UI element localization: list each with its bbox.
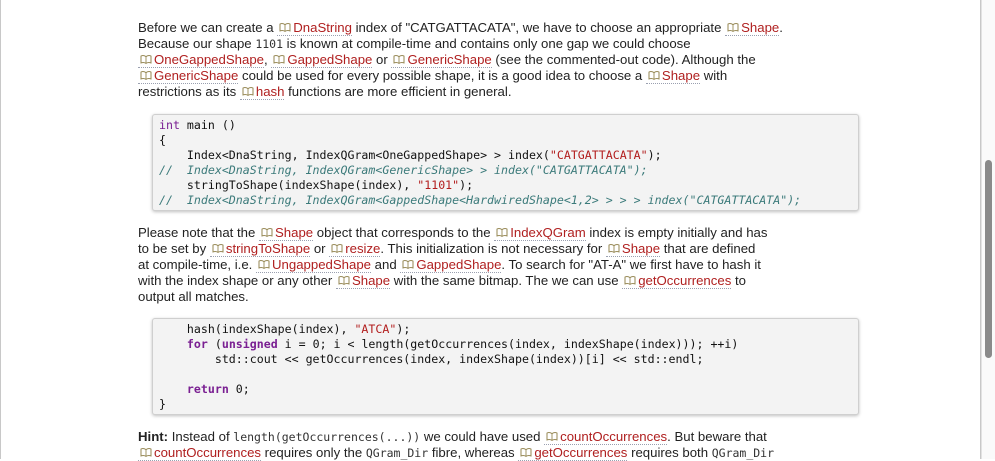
- book-icon: [338, 276, 350, 285]
- text: index is empty initially and has: [585, 225, 768, 240]
- text: could be used for every possible shape, …: [238, 68, 646, 83]
- link-genericshape[interactable]: GenericShape: [138, 68, 239, 84]
- book-icon: [242, 87, 254, 96]
- scrollbar-thumb[interactable]: [985, 160, 992, 358]
- link-shape[interactable]: Shape: [258, 225, 314, 241]
- link-ungappedshape[interactable]: UngappedShape: [256, 257, 371, 273]
- link-gappedshape[interactable]: GappedShape: [271, 52, 373, 68]
- book-icon: [496, 228, 508, 237]
- link-gappedshape[interactable]: GappedShape: [400, 257, 502, 273]
- inline-code: 1101: [255, 37, 284, 51]
- text: at compile-time, i.e.: [138, 257, 256, 272]
- link-stringtoshape[interactable]: stringToShape: [209, 241, 311, 257]
- text: .: [779, 20, 783, 35]
- book-icon: [727, 23, 739, 32]
- link-shape[interactable]: Shape: [725, 20, 780, 36]
- hint-paragraph: Hint: Instead of length(getOccurrences(.…: [138, 429, 775, 461]
- book-icon: [140, 448, 152, 457]
- text: to be set by: [138, 241, 210, 256]
- book-icon: [212, 244, 224, 253]
- text: functions are more efficient in general.: [284, 84, 512, 99]
- text: index of "CATGATTACATA", we have to choo…: [351, 20, 726, 35]
- link-indexqgram[interactable]: IndexQGram: [494, 225, 586, 241]
- book-icon: [520, 448, 532, 457]
- inline-code: QGram_Dir: [711, 446, 775, 460]
- link-shape[interactable]: Shape: [645, 68, 701, 84]
- book-icon: [648, 71, 660, 80]
- text: and: [371, 257, 401, 272]
- paragraph-shape-choice: Before we can create a DnaString index o…: [138, 20, 878, 100]
- text: that are defined: [660, 241, 756, 256]
- text: or: [310, 241, 330, 256]
- link-getoccurrences[interactable]: getOccurrences: [622, 273, 732, 289]
- text: or: [372, 52, 392, 67]
- text: . This initialization is not necessary f…: [380, 241, 606, 256]
- paragraph-shape-init: Please note that the Shape object that c…: [138, 225, 878, 305]
- text: Because our shape: [138, 36, 256, 51]
- book-icon: [402, 260, 414, 269]
- documentation-page: Before we can create a DnaString index o…: [0, 0, 981, 461]
- inline-code: QGram_Dir: [365, 446, 429, 460]
- book-icon: [608, 244, 620, 253]
- text: restrictions as its: [138, 84, 240, 99]
- text: output all matches.: [138, 289, 249, 304]
- text: object that corresponds to the: [313, 225, 495, 240]
- book-icon: [624, 276, 636, 285]
- vertical-scrollbar[interactable]: [981, 0, 995, 459]
- book-icon: [393, 55, 405, 64]
- text: with the index shape or any other: [138, 273, 336, 288]
- link-resize[interactable]: resize: [329, 241, 381, 257]
- code-block-search: hash(indexShape(index), "ATCA"); for (un…: [152, 318, 859, 415]
- link-genericshape[interactable]: GenericShape: [391, 52, 492, 68]
- link-countoccurrences[interactable]: countOccurrences: [544, 429, 668, 445]
- book-icon: [140, 71, 152, 80]
- code-block-index-creation: int main () { Index<DnaString, IndexQGra…: [152, 114, 859, 211]
- link-onegappedshape[interactable]: OneGappedShape: [138, 52, 264, 68]
- book-icon: [258, 260, 270, 269]
- text: with: [700, 68, 728, 83]
- link-hash[interactable]: hash: [239, 84, 285, 100]
- book-icon: [279, 23, 291, 32]
- book-icon: [331, 244, 343, 253]
- text: with the same bitmap. The we can use: [390, 273, 623, 288]
- text: Before we can create a: [138, 20, 278, 35]
- link-shape[interactable]: Shape: [605, 241, 661, 257]
- book-icon: [546, 432, 558, 441]
- text: . To search for "AT-A" we first have to …: [501, 257, 761, 272]
- text: is known at compile-time and contains on…: [283, 36, 691, 51]
- text: (see the commented-out code). Although t…: [491, 52, 756, 67]
- text: Please note that the: [138, 225, 259, 240]
- text: to: [731, 273, 746, 288]
- link-shape[interactable]: Shape: [335, 273, 391, 289]
- book-icon: [273, 55, 285, 64]
- book-icon: [140, 55, 152, 64]
- link-dnastring[interactable]: DnaString: [277, 20, 352, 36]
- book-icon: [261, 228, 273, 237]
- inline-code: length(getOccurrences(...)): [233, 430, 421, 444]
- hint-label: Hint:: [138, 429, 169, 444]
